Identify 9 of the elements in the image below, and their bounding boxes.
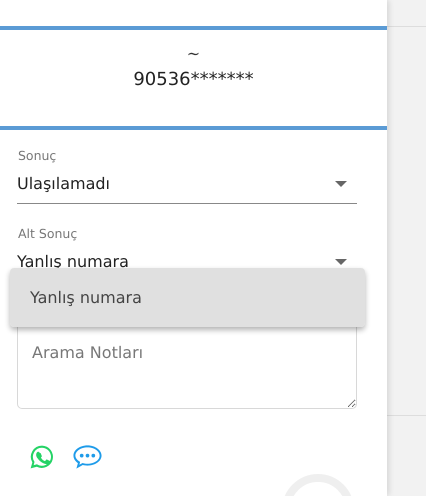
select-field[interactable]: Ulaşılamadı	[17, 164, 357, 204]
field-label: Alt Sonuç	[17, 226, 78, 242]
whatsapp-icon[interactable]	[29, 444, 55, 470]
chat-bubble-icon[interactable]	[72, 444, 103, 470]
contact-name: ~	[186, 44, 200, 63]
caret-icon	[335, 180, 347, 186]
phone-number: 90536*******	[133, 69, 254, 90]
field-label: Sonuç	[17, 148, 58, 164]
menu-item[interactable]: Yanlış numara	[10, 268, 365, 327]
